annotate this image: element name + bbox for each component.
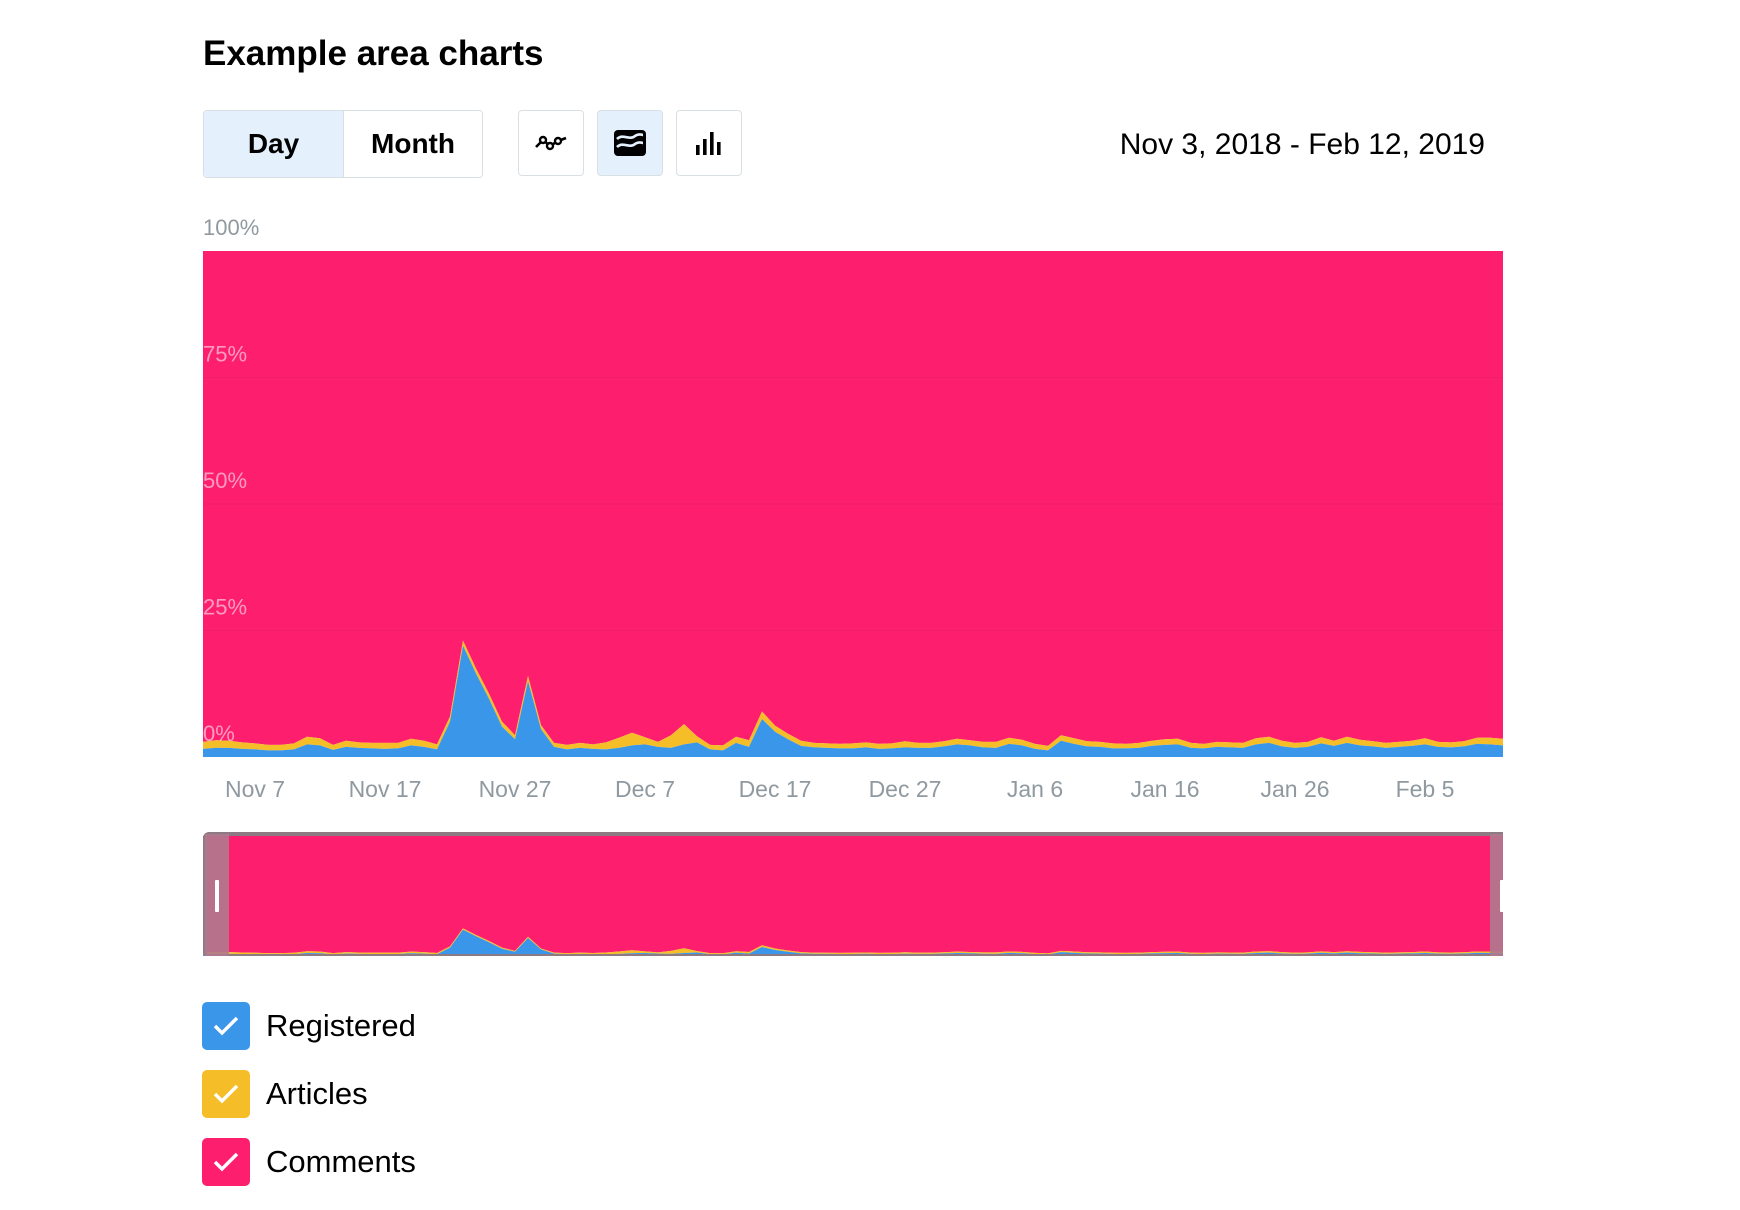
handle-grip-icon xyxy=(1500,880,1503,912)
legend-item-registered[interactable]: Registered xyxy=(202,1000,416,1052)
checkbox-comments[interactable] xyxy=(202,1138,250,1186)
page-title: Example area charts xyxy=(203,34,544,73)
legend-item-articles[interactable]: Articles xyxy=(202,1068,416,1120)
legend: Registered Articles Comments xyxy=(202,1000,416,1204)
checkbox-articles[interactable] xyxy=(202,1070,250,1118)
date-range: Nov 3, 2018 - Feb 12, 2019 xyxy=(1119,128,1485,161)
y-tick-label: 50% xyxy=(203,468,247,493)
legend-item-comments[interactable]: Comments xyxy=(202,1136,416,1188)
y-tick-label: 100% xyxy=(203,215,259,240)
main-chart-svg: 0% 25% 50% 75% 100% Nov 7 Nov 17 Nov 27 Dec 7 Dec… xyxy=(203,215,1503,802)
x-tick-label: Feb 5 xyxy=(1396,776,1455,802)
check-icon xyxy=(213,1152,239,1172)
legend-label: Articles xyxy=(266,1076,368,1111)
bar-chart-button[interactable] xyxy=(676,110,742,176)
x-tick-label: Jan 16 xyxy=(1130,776,1199,802)
x-tick-label: Nov 7 xyxy=(225,776,285,802)
range-navigator[interactable] xyxy=(203,826,1503,956)
x-tick-label: Jan 26 xyxy=(1260,776,1329,802)
nav-area-comments xyxy=(203,836,1503,954)
y-tick-label: 25% xyxy=(203,595,247,620)
y-tick-label: 0% xyxy=(203,721,235,746)
handle-grip-icon xyxy=(215,880,219,912)
x-tick-label: Nov 17 xyxy=(349,776,422,802)
x-tick-label: Dec 27 xyxy=(869,776,942,802)
check-icon xyxy=(213,1084,239,1104)
area-chart-button[interactable] xyxy=(597,110,663,176)
legend-label: Comments xyxy=(266,1144,416,1179)
y-tick-label: 75% xyxy=(203,342,247,367)
checkbox-registered[interactable] xyxy=(202,1002,250,1050)
bar-chart-icon xyxy=(696,132,721,155)
area-chart: 0% 25% 50% 75% 100% Nov 7 Nov 17 Nov 27 Dec 7 Dec… xyxy=(203,205,1503,815)
line-chart-button[interactable] xyxy=(518,110,584,176)
x-tick-label: Dec 7 xyxy=(615,776,675,802)
x-tick-label: Dec 17 xyxy=(739,776,812,802)
line-chart-icon xyxy=(535,135,567,151)
x-tick-label: Nov 27 xyxy=(479,776,552,802)
check-icon xyxy=(213,1016,239,1036)
period-switch: Day Month xyxy=(203,110,483,178)
tab-day[interactable]: Day xyxy=(204,111,343,177)
tab-month[interactable]: Month xyxy=(343,111,482,177)
area-chart-icon xyxy=(614,130,646,156)
legend-label: Registered xyxy=(266,1008,416,1043)
x-tick-label: Jan 6 xyxy=(1007,776,1063,802)
area-comments xyxy=(203,251,1503,746)
